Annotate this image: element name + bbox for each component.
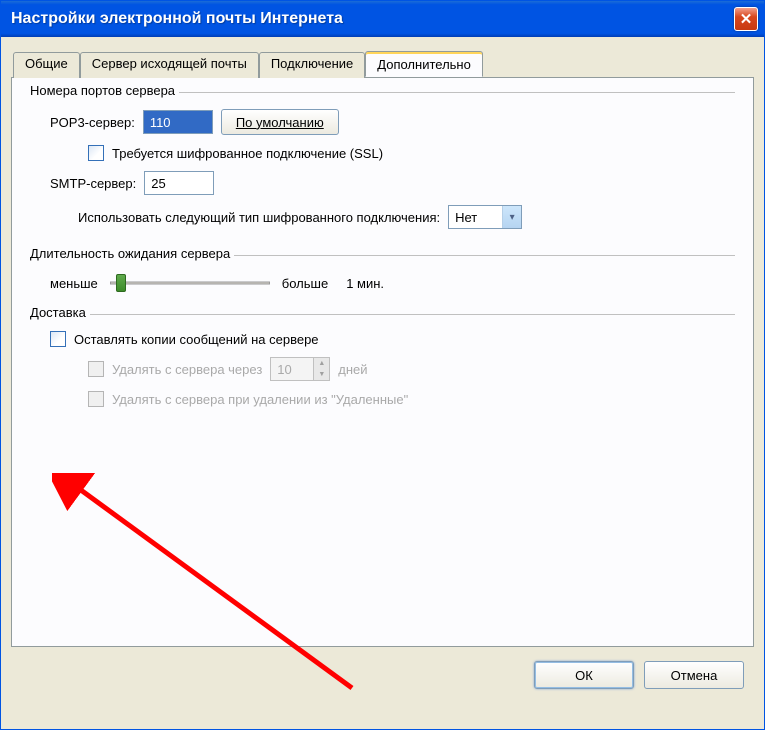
- dialog-buttons: ОК Отмена: [11, 647, 754, 689]
- default-ports-button-label: По умолчанию: [236, 115, 324, 130]
- spinner-down-icon: ▼: [313, 369, 329, 380]
- timeout-more-label: больше: [282, 276, 328, 291]
- cancel-button[interactable]: Отмена: [644, 661, 744, 689]
- group-server-ports-legend: Номера портов сервера: [30, 83, 179, 98]
- smtp-port-input[interactable]: [144, 171, 214, 195]
- client-area: Общие Сервер исходящей почты Подключение…: [1, 37, 764, 729]
- remove-after-row: Удалять с сервера через 10 ▲ ▼ дней: [88, 357, 733, 381]
- leave-copy-row: Оставлять копии сообщений на сервере: [50, 331, 733, 347]
- timeout-less-label: меньше: [50, 276, 98, 291]
- slider-thumb[interactable]: [116, 274, 126, 292]
- tab-outgoing[interactable]: Сервер исходящей почты: [80, 52, 259, 78]
- spinner-buttons: ▲ ▼: [313, 358, 329, 380]
- remove-after-days-unit: дней: [338, 362, 367, 377]
- tab-connection[interactable]: Подключение: [259, 52, 365, 78]
- leave-copy-checkbox[interactable]: [50, 331, 66, 347]
- spinner-up-icon: ▲: [313, 358, 329, 369]
- dialog-window: Настройки электронной почты Интернета ✕ …: [0, 0, 765, 730]
- default-ports-button[interactable]: По умолчанию: [221, 109, 339, 135]
- ok-button[interactable]: ОК: [534, 661, 634, 689]
- close-icon: ✕: [740, 10, 753, 28]
- ssl-checkbox-label: Требуется шифрованное подключение (SSL): [112, 146, 383, 161]
- ssl-row: Требуется шифрованное подключение (SSL): [88, 145, 733, 161]
- pop3-row: POP3-сервер: По умолчанию: [50, 109, 733, 135]
- encryption-value: Нет: [455, 210, 477, 225]
- close-button[interactable]: ✕: [734, 7, 758, 31]
- tab-panel-advanced: Номера портов сервера POP3-сервер: По ум…: [11, 77, 754, 647]
- remove-after-days-value: 10: [277, 362, 291, 377]
- tabs: Общие Сервер исходящей почты Подключение…: [11, 51, 754, 77]
- leave-copy-label: Оставлять копии сообщений на сервере: [74, 332, 319, 347]
- remove-after-label: Удалять с сервера через: [112, 362, 262, 377]
- smtp-label: SMTP-сервер:: [50, 176, 136, 191]
- remove-when-deleted-row: Удалять с сервера при удалении из "Удале…: [88, 391, 733, 407]
- titlebar: Настройки электронной почты Интернета ✕: [1, 1, 764, 37]
- group-delivery: Доставка Оставлять копии сообщений на се…: [30, 314, 735, 425]
- window-title: Настройки электронной почты Интернета: [11, 10, 343, 28]
- pop3-port-input[interactable]: [143, 110, 213, 134]
- remove-after-checkbox: [88, 361, 104, 377]
- smtp-row: SMTP-сервер:: [50, 171, 733, 195]
- group-server-ports: Номера портов сервера POP3-сервер: По ум…: [30, 92, 735, 247]
- remove-when-deleted-checkbox: [88, 391, 104, 407]
- timeout-row: меньше больше 1 мин.: [50, 272, 733, 294]
- tabs-wrap: Общие Сервер исходящей почты Подключение…: [11, 51, 754, 647]
- slider-track: [110, 282, 270, 285]
- timeout-value: 1 мин.: [346, 276, 384, 291]
- encryption-select[interactable]: Нет ▾: [448, 205, 522, 229]
- chevron-down-icon: ▾: [502, 206, 521, 228]
- group-timeout: Длительность ожидания сервера меньше бол…: [30, 255, 735, 306]
- ssl-checkbox[interactable]: [88, 145, 104, 161]
- remove-after-days-spinner: 10 ▲ ▼: [270, 357, 330, 381]
- tab-general[interactable]: Общие: [13, 52, 80, 78]
- remove-when-deleted-label: Удалять с сервера при удалении из "Удале…: [112, 392, 408, 407]
- timeout-slider[interactable]: [110, 272, 270, 294]
- group-delivery-legend: Доставка: [30, 305, 90, 320]
- tab-advanced[interactable]: Дополнительно: [365, 51, 483, 77]
- group-timeout-legend: Длительность ожидания сервера: [30, 246, 234, 261]
- pop3-label: POP3-сервер:: [50, 115, 135, 130]
- encryption-label: Использовать следующий тип шифрованного …: [78, 210, 440, 225]
- encryption-row: Использовать следующий тип шифрованного …: [78, 205, 733, 229]
